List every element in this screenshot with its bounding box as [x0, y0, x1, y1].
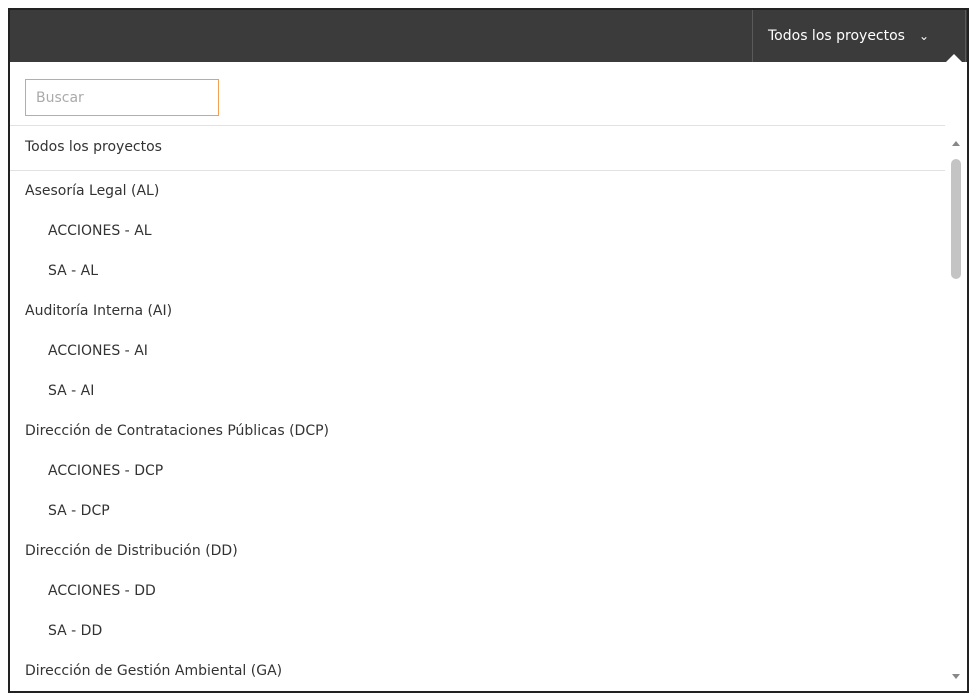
search-input[interactable]: [25, 79, 219, 116]
project-selector-label: Todos los proyectos: [768, 28, 905, 44]
list-item[interactable]: Auditoría Interna (AI): [10, 291, 945, 331]
chevron-down-icon: ⌄: [918, 29, 930, 43]
list-divider: [10, 170, 945, 171]
dropdown-caret-icon: [946, 54, 962, 62]
list-scrollbar[interactable]: [945, 125, 967, 691]
project-dropdown-window: Todos los proyectos ⌄ Todos los proyecto…: [8, 8, 969, 693]
list-item[interactable]: SA - DCP: [10, 491, 945, 531]
list-item[interactable]: Asesoría Legal (AL): [10, 171, 945, 211]
search-area: [10, 62, 967, 125]
list-item-all-projects[interactable]: Todos los proyectos: [10, 125, 945, 170]
list-item[interactable]: SA - AL: [10, 251, 945, 291]
list-item[interactable]: ACCIONES - DCP: [10, 451, 945, 491]
list-item[interactable]: ACCIONES - DD: [10, 571, 945, 611]
scrollbar-thumb[interactable]: [951, 159, 961, 279]
scroll-down-arrow-icon[interactable]: [952, 674, 960, 679]
list-item[interactable]: Dirección de Contrataciones Públicas (DC…: [10, 411, 945, 451]
list-item[interactable]: Dirección de Gestión Ambiental (GA): [10, 651, 945, 691]
list-item[interactable]: Dirección de Distribución (DD): [10, 531, 945, 571]
list-item[interactable]: SA - DD: [10, 611, 945, 651]
project-selector-button[interactable]: Todos los proyectos ⌄: [752, 10, 966, 62]
list-item[interactable]: ACCIONES - AL: [10, 211, 945, 251]
list-item[interactable]: SA - AI: [10, 371, 945, 411]
scroll-up-arrow-icon[interactable]: [952, 141, 960, 146]
list-item[interactable]: ACCIONES - AI: [10, 331, 945, 371]
project-list: Todos los proyectos Asesoría Legal (AL) …: [10, 125, 945, 691]
top-bar: Todos los proyectos ⌄: [10, 10, 967, 62]
